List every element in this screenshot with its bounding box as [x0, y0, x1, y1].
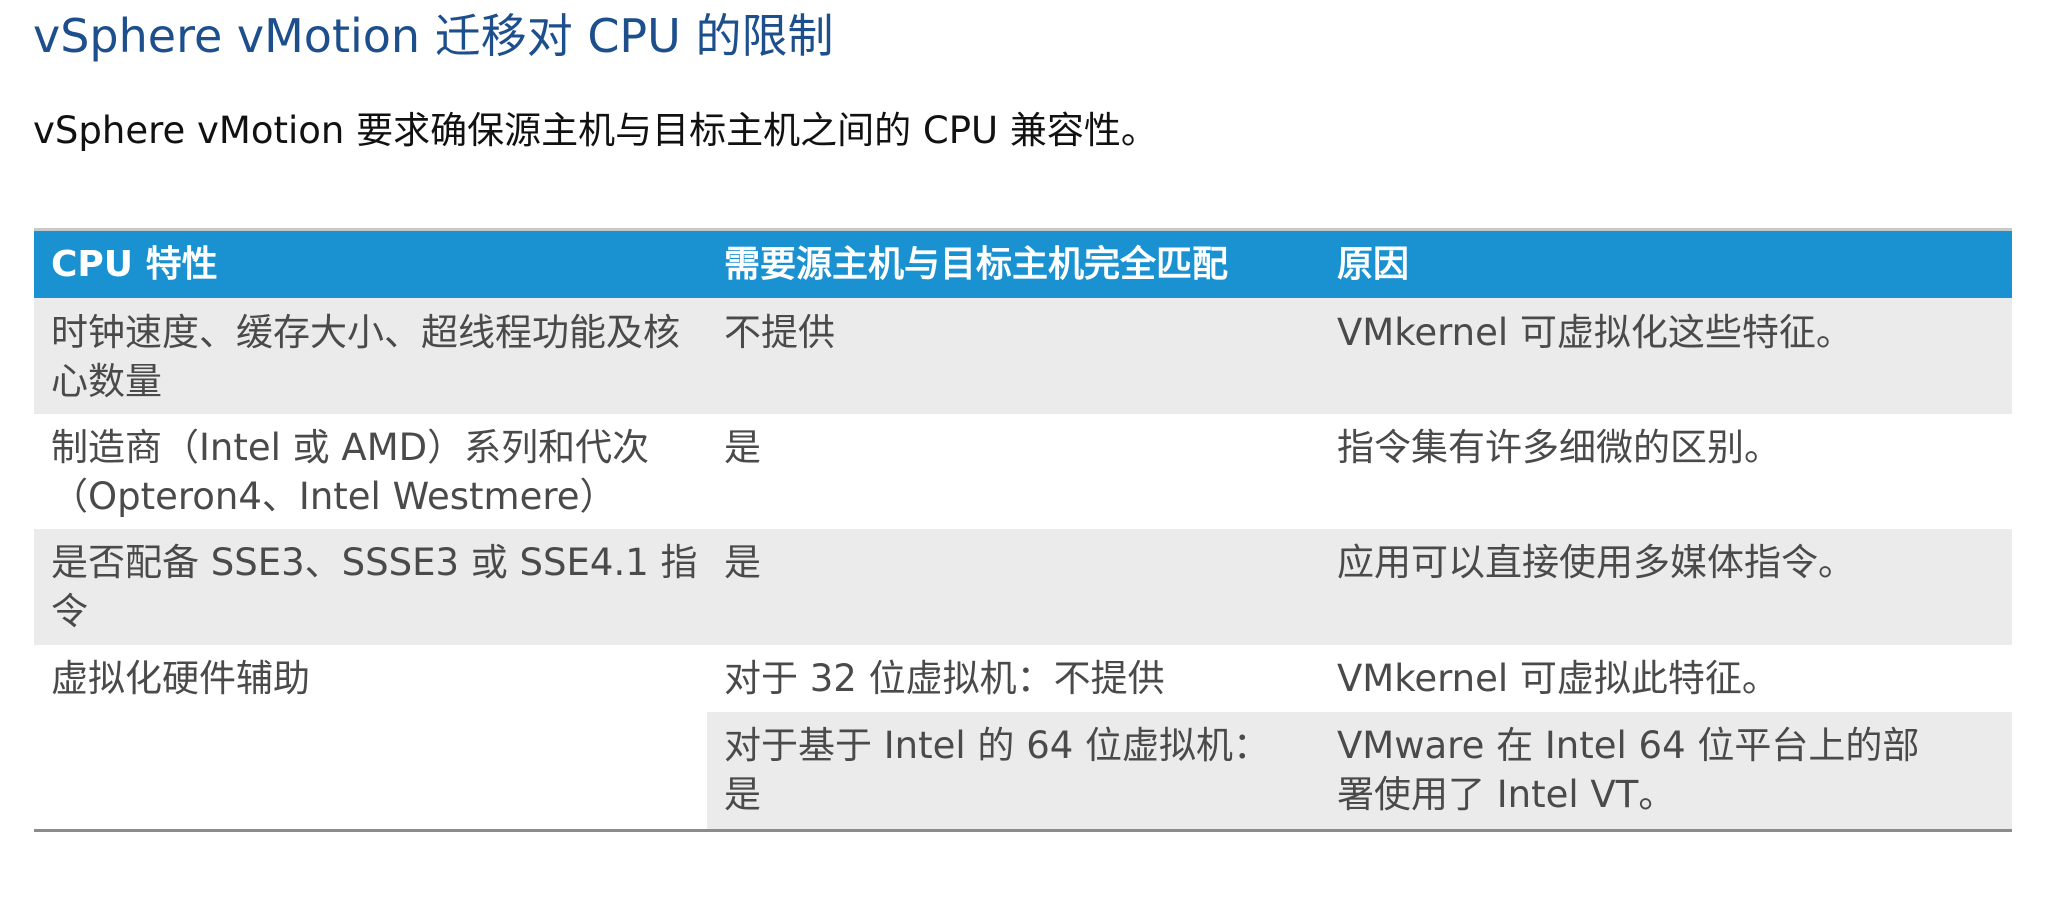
header-exact-match: 需要源主机与目标主机完全匹配	[707, 231, 1320, 298]
cell-feature: 制造商（Intel 或 AMD）系列和代次（Opteron4、Intel Wes…	[51, 426, 650, 518]
cell-reason: VMkernel 可虚拟此特征。	[1320, 645, 2012, 712]
cell-feature: 是否配备 SSE3、SSSE3 或 SSE4.1 指令	[34, 529, 707, 645]
cell-reason: 应用可以直接使用多媒体指令。	[1320, 529, 2012, 645]
header-reason: 原因	[1320, 231, 2012, 298]
cell-reason: VMware 在 Intel 64 位平台上的部 署使用了 Intel VT。	[1320, 712, 2012, 829]
cell-match: 对于基于 Intel 的 64 位虚拟机： 是	[707, 712, 1320, 829]
cell-match: 不提供	[707, 298, 1320, 414]
table-row: 是否配备 SSE3、SSSE3 或 SSE4.1 指令 是 应用可以直接使用多媒…	[34, 529, 2012, 645]
cpu-compatibility-table: CPU 特性 需要源主机与目标主机完全匹配 原因 时钟速度、缓存大小、超线程功能…	[34, 231, 2012, 829]
table-header-row: CPU 特性 需要源主机与目标主机完全匹配 原因	[34, 231, 2012, 298]
page-title: vSphere vMotion 迁移对 CPU 的限制	[33, 9, 834, 63]
cell-match: 是	[724, 426, 761, 469]
table-row: 虚拟化硬件辅助 对于 32 位虚拟机：不提供 VMkernel 可虚拟此特征。	[34, 645, 2012, 829]
cell-reason: VMkernel 可虚拟化这些特征。	[1320, 298, 2012, 414]
cell-feature: 时钟速度、缓存大小、超线程功能及核心数量	[34, 298, 707, 414]
cell-match-line-1: 对于基于 Intel 的 64 位虚拟机：	[724, 724, 1271, 767]
cpu-compatibility-table-wrapper: CPU 特性 需要源主机与目标主机完全匹配 原因 时钟速度、缓存大小、超线程功能…	[34, 228, 2012, 832]
header-cpu-feature: CPU 特性	[34, 231, 707, 298]
cell-match-line-2: 是	[724, 773, 761, 816]
cell-reason-line-2: 署使用了 Intel VT。	[1337, 773, 1676, 816]
page-subtitle: vSphere vMotion 要求确保源主机与目标主机之间的 CPU 兼容性。	[33, 109, 1158, 152]
cell-reason-line-1: VMware 在 Intel 64 位平台上的部	[1337, 724, 1920, 767]
table-row: 制造商（Intel 或 AMD）系列和代次（Opteron4、Intel Wes…	[34, 414, 2012, 529]
table-row: 时钟速度、缓存大小、超线程功能及核心数量 不提供 VMkernel 可虚拟化这些…	[34, 298, 2012, 414]
cell-match: 是	[707, 529, 1320, 645]
cell-feature: 虚拟化硬件辅助	[34, 645, 707, 829]
cell-match: 对于 32 位虚拟机：不提供	[707, 645, 1320, 712]
cell-reason: 指令集有许多细微的区别。	[1337, 426, 1781, 469]
